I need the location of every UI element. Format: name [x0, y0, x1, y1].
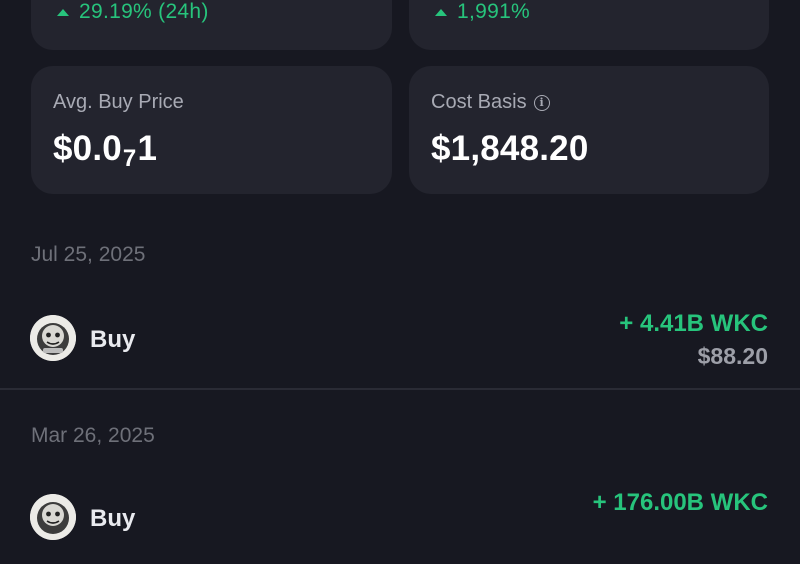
wkc-token-avatar [30, 315, 76, 361]
total-return-change: 1,991% [435, 0, 530, 24]
cost-basis-label-row: Cost Basis i [431, 91, 550, 114]
transaction-amount: + 176.00B WKC [592, 489, 768, 516]
cost-basis-label: Cost Basis [431, 91, 527, 113]
cost-basis-card: Cost Basis i $1,848.20 [409, 66, 769, 194]
cost-basis-value: $1,848.20 [431, 129, 589, 168]
price-change-card: 29.19% (24h) [31, 0, 392, 50]
transaction-usd-value: $88.20 [697, 343, 768, 369]
up-arrow-icon [435, 8, 447, 16]
avg-buy-price-label: Avg. Buy Price [53, 91, 184, 113]
transaction-type: Buy [90, 326, 136, 353]
divider [0, 388, 800, 390]
total-return-card: 1,991% [409, 0, 769, 50]
zero-count-subscript: 7 [122, 145, 137, 172]
transaction-row[interactable]: Buy + 4.41B WKC $88.20 [0, 295, 800, 385]
info-icon[interactable]: i [533, 94, 550, 111]
up-arrow-icon [57, 8, 69, 16]
avg-buy-price-value: $0.071 [53, 129, 158, 172]
transaction-amount: + 4.41B WKC [619, 310, 768, 337]
price-change-24h: 29.19% (24h) [57, 0, 209, 24]
transaction-date: Mar 26, 2025 [31, 424, 155, 447]
wkc-token-avatar [30, 494, 76, 540]
transaction-row[interactable]: Buy + 176.00B WKC [0, 474, 800, 564]
avg-buy-price-card: Avg. Buy Price $0.071 [31, 66, 392, 194]
transaction-type: Buy [90, 505, 136, 532]
transaction-date: Jul 25, 2025 [31, 243, 146, 266]
